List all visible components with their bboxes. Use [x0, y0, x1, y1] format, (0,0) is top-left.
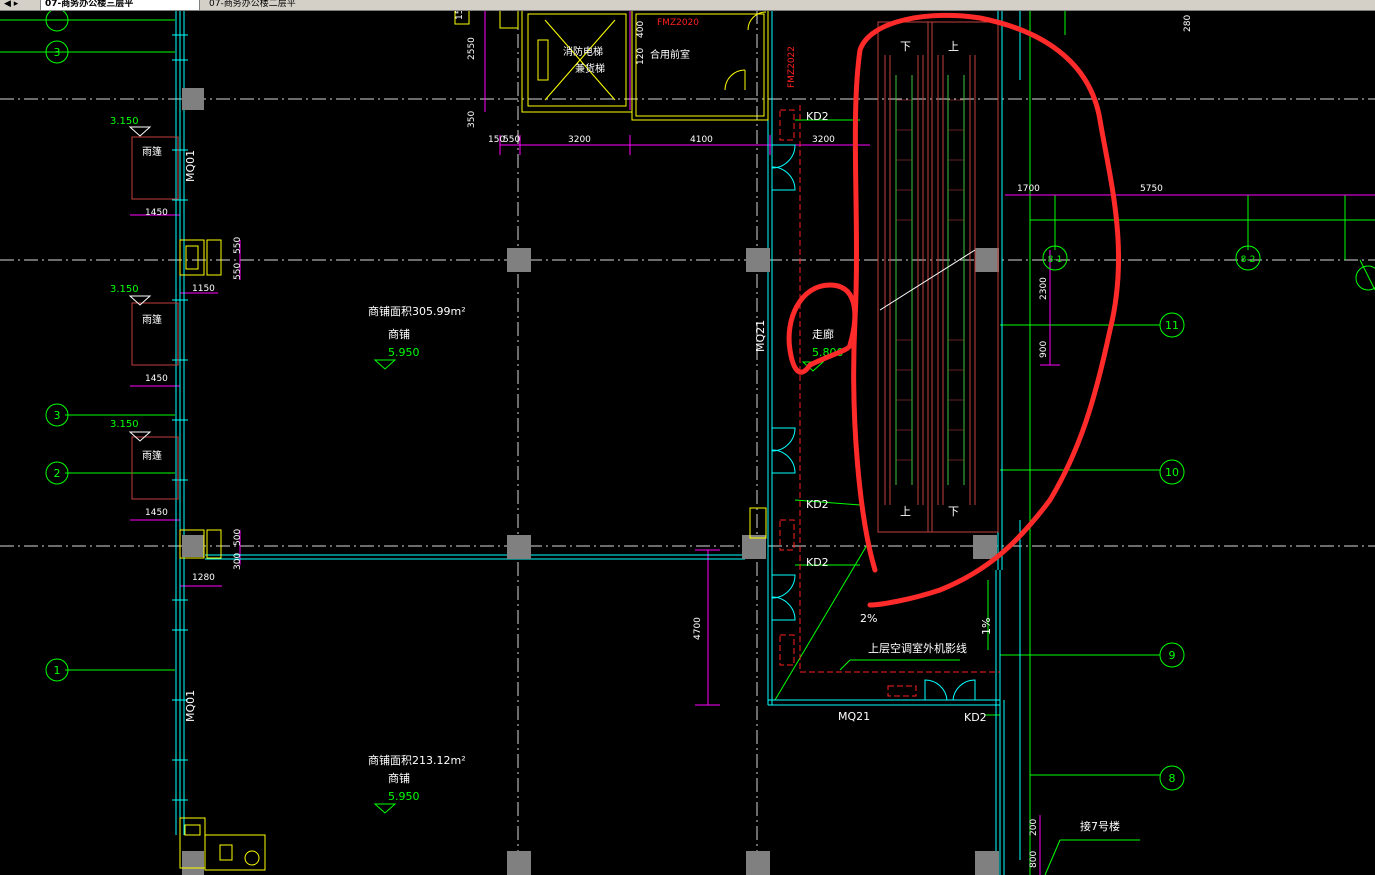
columns [182, 88, 999, 875]
canopy-labels: 3.150 雨篷 3.150 雨篷 3.150 雨篷 [110, 116, 162, 462]
svg-text:200: 200 [1029, 819, 1039, 836]
svg-text:商铺: 商铺 [388, 771, 410, 785]
svg-text:3200: 3200 [568, 135, 591, 145]
svg-text:走廊: 走廊 [812, 327, 834, 341]
dimension-lines [130, 9, 1375, 875]
svg-text:5.950: 5.950 [388, 346, 420, 359]
svg-text:MQ01: MQ01 [184, 690, 197, 722]
svg-text:1450: 1450 [145, 208, 168, 218]
svg-text:2300: 2300 [1039, 277, 1049, 300]
axis-bubble-labels: 3 3 2 1 11 10 9 8 8-1 8-2 [54, 46, 1256, 785]
svg-text:上: 上 [900, 505, 911, 518]
svg-text:FMZ2022: FMZ2022 [787, 46, 797, 88]
tab-second-floor[interactable]: 07-商务办公楼二层平 [205, 0, 355, 10]
svg-text:商铺: 商铺 [388, 327, 410, 341]
svg-text:商铺面积213.12m²: 商铺面积213.12m² [368, 753, 466, 767]
svg-text:雨篷: 雨篷 [142, 449, 162, 462]
axis-grid-lines [0, 10, 1375, 875]
room-labels: 商铺面积305.99m² 商铺 5.950 商铺面积213.12m² 商铺 5.… [368, 304, 1120, 833]
svg-text:4700: 4700 [693, 617, 703, 640]
svg-text:1450: 1450 [145, 374, 168, 384]
svg-text:商铺面积305.99m²: 商铺面积305.99m² [368, 304, 466, 318]
svg-text:KD2: KD2 [806, 110, 829, 123]
svg-text:350: 350 [467, 111, 477, 128]
wall-type-labels: MQ01 MQ01 MQ21 MQ21 KD2 KD2 KD2 KD2 2% 1… [184, 110, 993, 724]
svg-text:1700: 1700 [1017, 184, 1040, 194]
svg-text:接7号楼: 接7号楼 [1080, 819, 1120, 833]
svg-text:KD2: KD2 [806, 556, 829, 569]
escalator-hatch [896, 99, 964, 461]
svg-text:合用前室: 合用前室 [650, 48, 690, 61]
svg-text:MQ01: MQ01 [184, 150, 197, 182]
svg-text:8: 8 [1169, 772, 1176, 785]
svg-text:5.950: 5.950 [388, 790, 420, 803]
svg-text:KD2: KD2 [806, 498, 829, 511]
svg-text:3: 3 [54, 409, 61, 422]
green-lines [0, 10, 1375, 875]
svg-text:3: 3 [54, 46, 61, 59]
svg-text:下: 下 [948, 505, 959, 518]
svg-text:上层空调室外机影线: 上层空调室外机影线 [868, 641, 967, 655]
svg-text:2550: 2550 [467, 37, 477, 60]
svg-text:280: 280 [1183, 15, 1193, 32]
svg-text:MQ21: MQ21 [754, 320, 767, 352]
svg-text:10: 10 [1165, 466, 1179, 479]
svg-text:550: 550 [503, 135, 520, 145]
svg-text:KD2: KD2 [964, 711, 987, 724]
svg-text:3.150: 3.150 [110, 284, 139, 295]
svg-text:1150: 1150 [192, 284, 215, 294]
svg-text:550: 550 [233, 237, 243, 254]
svg-text:1280: 1280 [192, 573, 215, 583]
room-elevation-triangles [373, 359, 825, 814]
drawing-tab-bar: ◀ ▸ 07-商务办公楼三层平 07-商务办公楼二层平 [0, 0, 1375, 11]
svg-text:雨篷: 雨篷 [142, 313, 162, 326]
svg-text:5750: 5750 [1140, 184, 1163, 194]
svg-text:3.150: 3.150 [110, 116, 139, 127]
svg-text:500: 500 [233, 529, 243, 546]
svg-text:1: 1 [54, 664, 61, 677]
svg-text:1%: 1% [980, 618, 993, 635]
svg-text:3.150: 3.150 [110, 419, 139, 430]
svg-text:1450: 1450 [145, 508, 168, 518]
svg-text:下: 下 [900, 40, 911, 53]
svg-text:雨篷: 雨篷 [142, 145, 162, 158]
elevator-core [179, 9, 769, 871]
svg-text:消防电梯: 消防电梯 [563, 45, 603, 58]
svg-text:550: 550 [233, 263, 243, 280]
svg-text:9: 9 [1169, 649, 1176, 662]
dimension-text: 2550 350 150 550 3200 4100 3200 1450 145… [145, 9, 1193, 868]
svg-text:8-2: 8-2 [1241, 255, 1256, 265]
svg-text:120: 120 [636, 48, 646, 65]
svg-text:11: 11 [1165, 319, 1179, 332]
svg-text:上: 上 [948, 40, 959, 53]
svg-text:4100: 4100 [690, 135, 713, 145]
svg-text:FMZ2020: FMZ2020 [657, 18, 699, 28]
svg-text:8-1: 8-1 [1048, 255, 1063, 265]
cad-drawing-canvas[interactable]: 消防电梯 兼货梯 合用前室 FMZ2020 FMZ2022 下 上 上 下 3.… [0, 0, 1375, 875]
axis-bubbles [45, 8, 1375, 791]
svg-text:300: 300 [233, 553, 243, 570]
svg-text:400: 400 [636, 21, 646, 38]
svg-text:2%: 2% [860, 612, 877, 625]
tab-overflow-arrow[interactable]: ◀ ▸ [0, 0, 40, 10]
svg-text:兼货梯: 兼货梯 [575, 62, 605, 75]
walls [175, 10, 1021, 875]
svg-text:2: 2 [54, 467, 61, 480]
svg-text:800: 800 [1029, 851, 1039, 868]
tab-third-floor[interactable]: 07-商务办公楼三层平 [40, 0, 200, 10]
svg-text:3200: 3200 [812, 135, 835, 145]
svg-text:MQ21: MQ21 [838, 710, 870, 723]
svg-text:900: 900 [1039, 341, 1049, 358]
